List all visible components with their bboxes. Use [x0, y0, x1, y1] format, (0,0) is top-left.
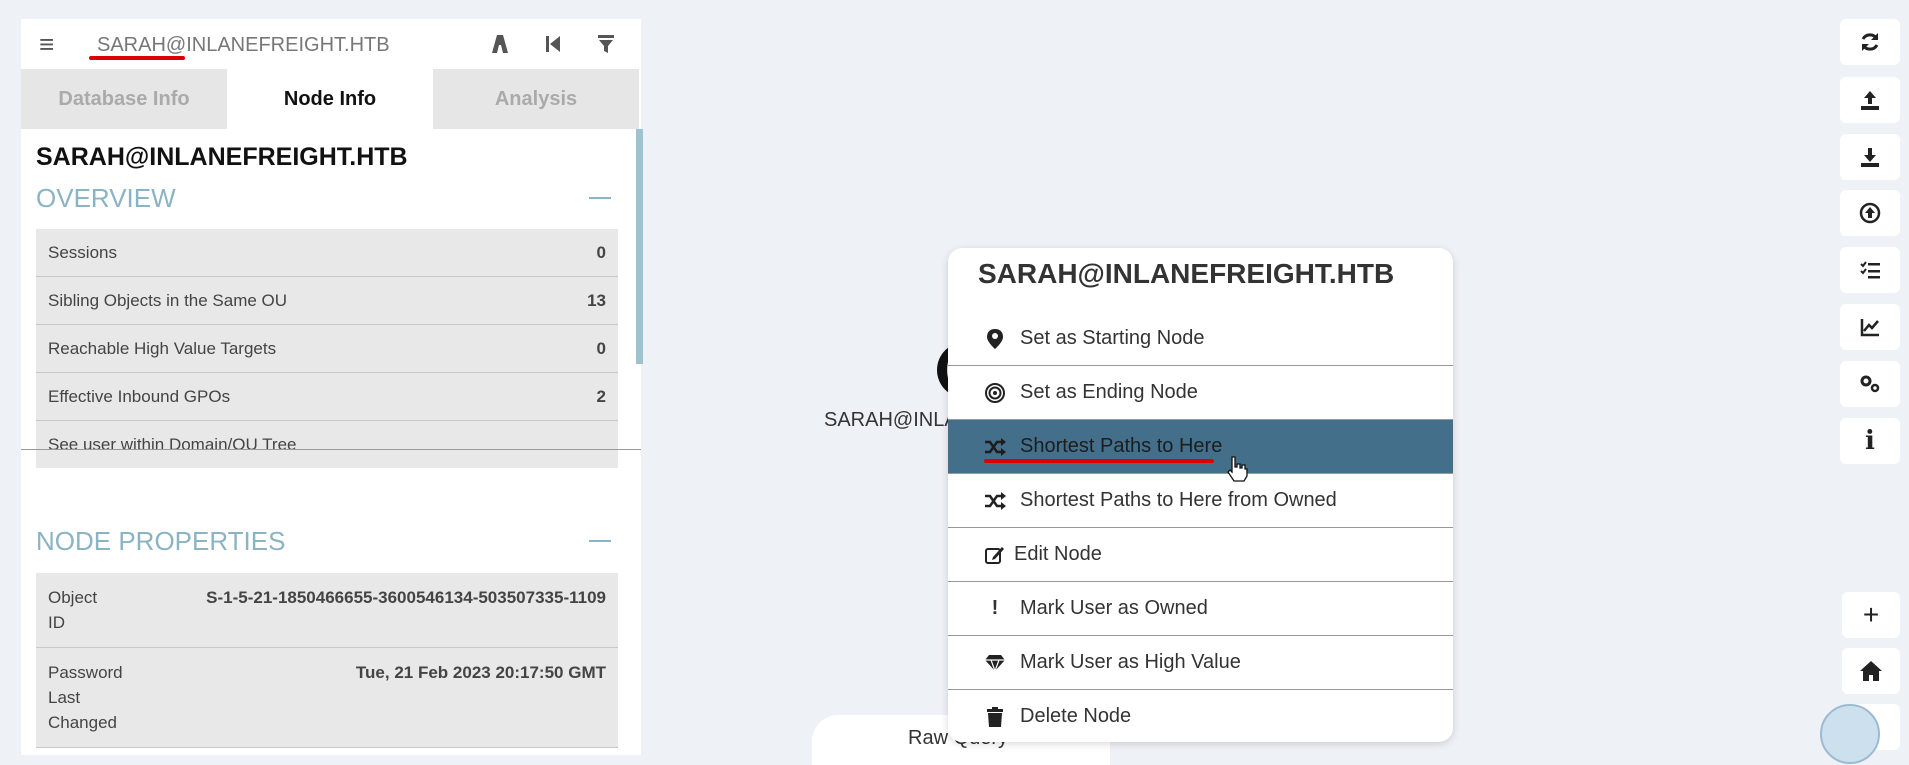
edit-icon	[982, 545, 1008, 565]
settings-icon[interactable]	[1840, 361, 1900, 407]
info-icon[interactable]: i	[1840, 418, 1900, 464]
exclamation-icon: !	[991, 597, 999, 619]
property-row-object-id: Object ID S-1-5-21-1850466655-3600546134-…	[36, 573, 618, 648]
node-context-menu: SARAH@INLANEFREIGHT.HTB Set as Starting …	[948, 248, 1453, 742]
pathfinding-icon[interactable]	[485, 29, 515, 59]
query-list-icon[interactable]	[1840, 247, 1900, 293]
collapse-icon[interactable]	[589, 197, 611, 199]
hand-cursor-icon	[1227, 456, 1248, 482]
node-title: SARAH@INLANEFREIGHT.HTB	[36, 143, 408, 171]
search-bar: ≡	[21, 19, 641, 69]
filter-icon[interactable]	[591, 29, 621, 59]
properties-table: Object ID S-1-5-21-1850466655-3600546134-…	[36, 573, 618, 748]
menu-item-delete-node[interactable]: Delete Node	[948, 690, 1453, 742]
menu-item-set-starting-node[interactable]: Set as Starting Node	[948, 312, 1453, 366]
node-properties-heading[interactable]: NODE PROPERTIES	[36, 526, 285, 557]
collapse-icon[interactable]	[589, 540, 611, 542]
menu-item-label: Set as Ending Node	[1020, 381, 1198, 403]
trash-icon	[982, 706, 1008, 727]
menu-item-label: Set as Starting Node	[1020, 327, 1205, 349]
overview-row-sessions[interactable]: Sessions 0	[36, 229, 618, 277]
row-label: Sessions	[48, 242, 117, 262]
section-divider	[21, 449, 641, 450]
row-value: 0	[596, 242, 606, 262]
menu-item-label: Mark User as Owned	[1020, 597, 1208, 619]
menu-item-set-ending-node[interactable]: Set as Ending Node	[948, 366, 1453, 420]
random-icon	[982, 491, 1008, 510]
row-value: 13	[587, 290, 606, 310]
row-label: Effective Inbound GPOs	[48, 386, 231, 406]
panel-tabs: Database Info Node Info Analysis	[21, 69, 641, 129]
overview-row-high-value[interactable]: Reachable High Value Targets 0	[36, 325, 618, 373]
zoom-in-icon[interactable]: +	[1842, 592, 1900, 638]
node-info-content: SARAH@INLANEFREIGHT.HTB OVERVIEW Session…	[21, 129, 641, 755]
property-row-password-last-changed: Password Last Changed Tue, 21 Feb 2023 20…	[36, 648, 618, 748]
menu-item-label: Mark User as High Value	[1020, 651, 1241, 673]
row-value: 2	[596, 386, 606, 406]
menu-icon[interactable]: ≡	[39, 31, 54, 57]
bullseye-icon	[982, 382, 1008, 403]
menu-item-label: Delete Node	[1020, 705, 1132, 727]
menu-item-mark-high-value[interactable]: Mark User as High Value	[948, 636, 1453, 690]
overview-row-gpos[interactable]: Effective Inbound GPOs 2	[36, 373, 618, 421]
upload-icon[interactable]	[1840, 77, 1900, 123]
row-label: See user within Domain/OU Tree	[48, 434, 297, 454]
node-info-panel: ≡ Database Info Node Info Analysis SARAH…	[21, 19, 643, 755]
overview-row-ou-tree[interactable]: See user within Domain/OU Tree	[36, 421, 618, 468]
back-icon[interactable]	[538, 29, 568, 59]
property-key: Object ID	[48, 588, 98, 632]
menu-item-label: Shortest Paths to Here from Owned	[1020, 489, 1337, 511]
chart-icon[interactable]	[1840, 304, 1900, 350]
overview-heading[interactable]: OVERVIEW	[36, 183, 176, 214]
overview-row-siblings[interactable]: Sibling Objects in the Same OU 13	[36, 277, 618, 325]
map-marker-icon	[982, 328, 1008, 349]
row-value: 0	[596, 338, 606, 358]
home-icon[interactable]	[1842, 648, 1900, 694]
menu-item-mark-owned[interactable]: ! Mark User as Owned	[948, 582, 1453, 636]
gem-icon	[982, 654, 1008, 672]
annotation-underline	[984, 459, 1214, 463]
import-icon[interactable]	[1840, 190, 1900, 236]
property-key: Password Last Changed	[48, 663, 123, 732]
menu-item-shortest-paths-from-owned[interactable]: Shortest Paths to Here from Owned	[948, 474, 1453, 528]
context-menu-title: SARAH@INLANEFREIGHT.HTB	[978, 258, 1395, 289]
property-value: Tue, 21 Feb 2023 20:17:50 GMT	[355, 663, 606, 682]
row-label: Sibling Objects in the Same OU	[48, 290, 288, 310]
property-value: S-1-5-21-1850466655-3600546134-503507335…	[206, 588, 606, 607]
menu-item-shortest-paths-to-here[interactable]: Shortest Paths to Here	[948, 420, 1453, 474]
tab-node-info[interactable]: Node Info	[227, 69, 433, 129]
annotation-underline	[89, 56, 185, 60]
tab-database-info[interactable]: Database Info	[21, 69, 227, 129]
row-label: Reachable High Value Targets	[48, 338, 277, 358]
random-icon	[982, 437, 1008, 456]
download-icon[interactable]	[1840, 134, 1900, 180]
menu-item-label: Edit Node	[1014, 543, 1102, 565]
menu-item-edit-node[interactable]: Edit Node	[948, 528, 1453, 582]
overview-table: Sessions 0 Sibling Objects in the Same OU…	[36, 229, 618, 468]
menu-item-label: Shortest Paths to Here	[1020, 435, 1223, 457]
tab-analysis[interactable]: Analysis	[433, 69, 639, 129]
clipboard-icon[interactable]	[1820, 704, 1880, 764]
refresh-icon[interactable]	[1840, 19, 1900, 65]
